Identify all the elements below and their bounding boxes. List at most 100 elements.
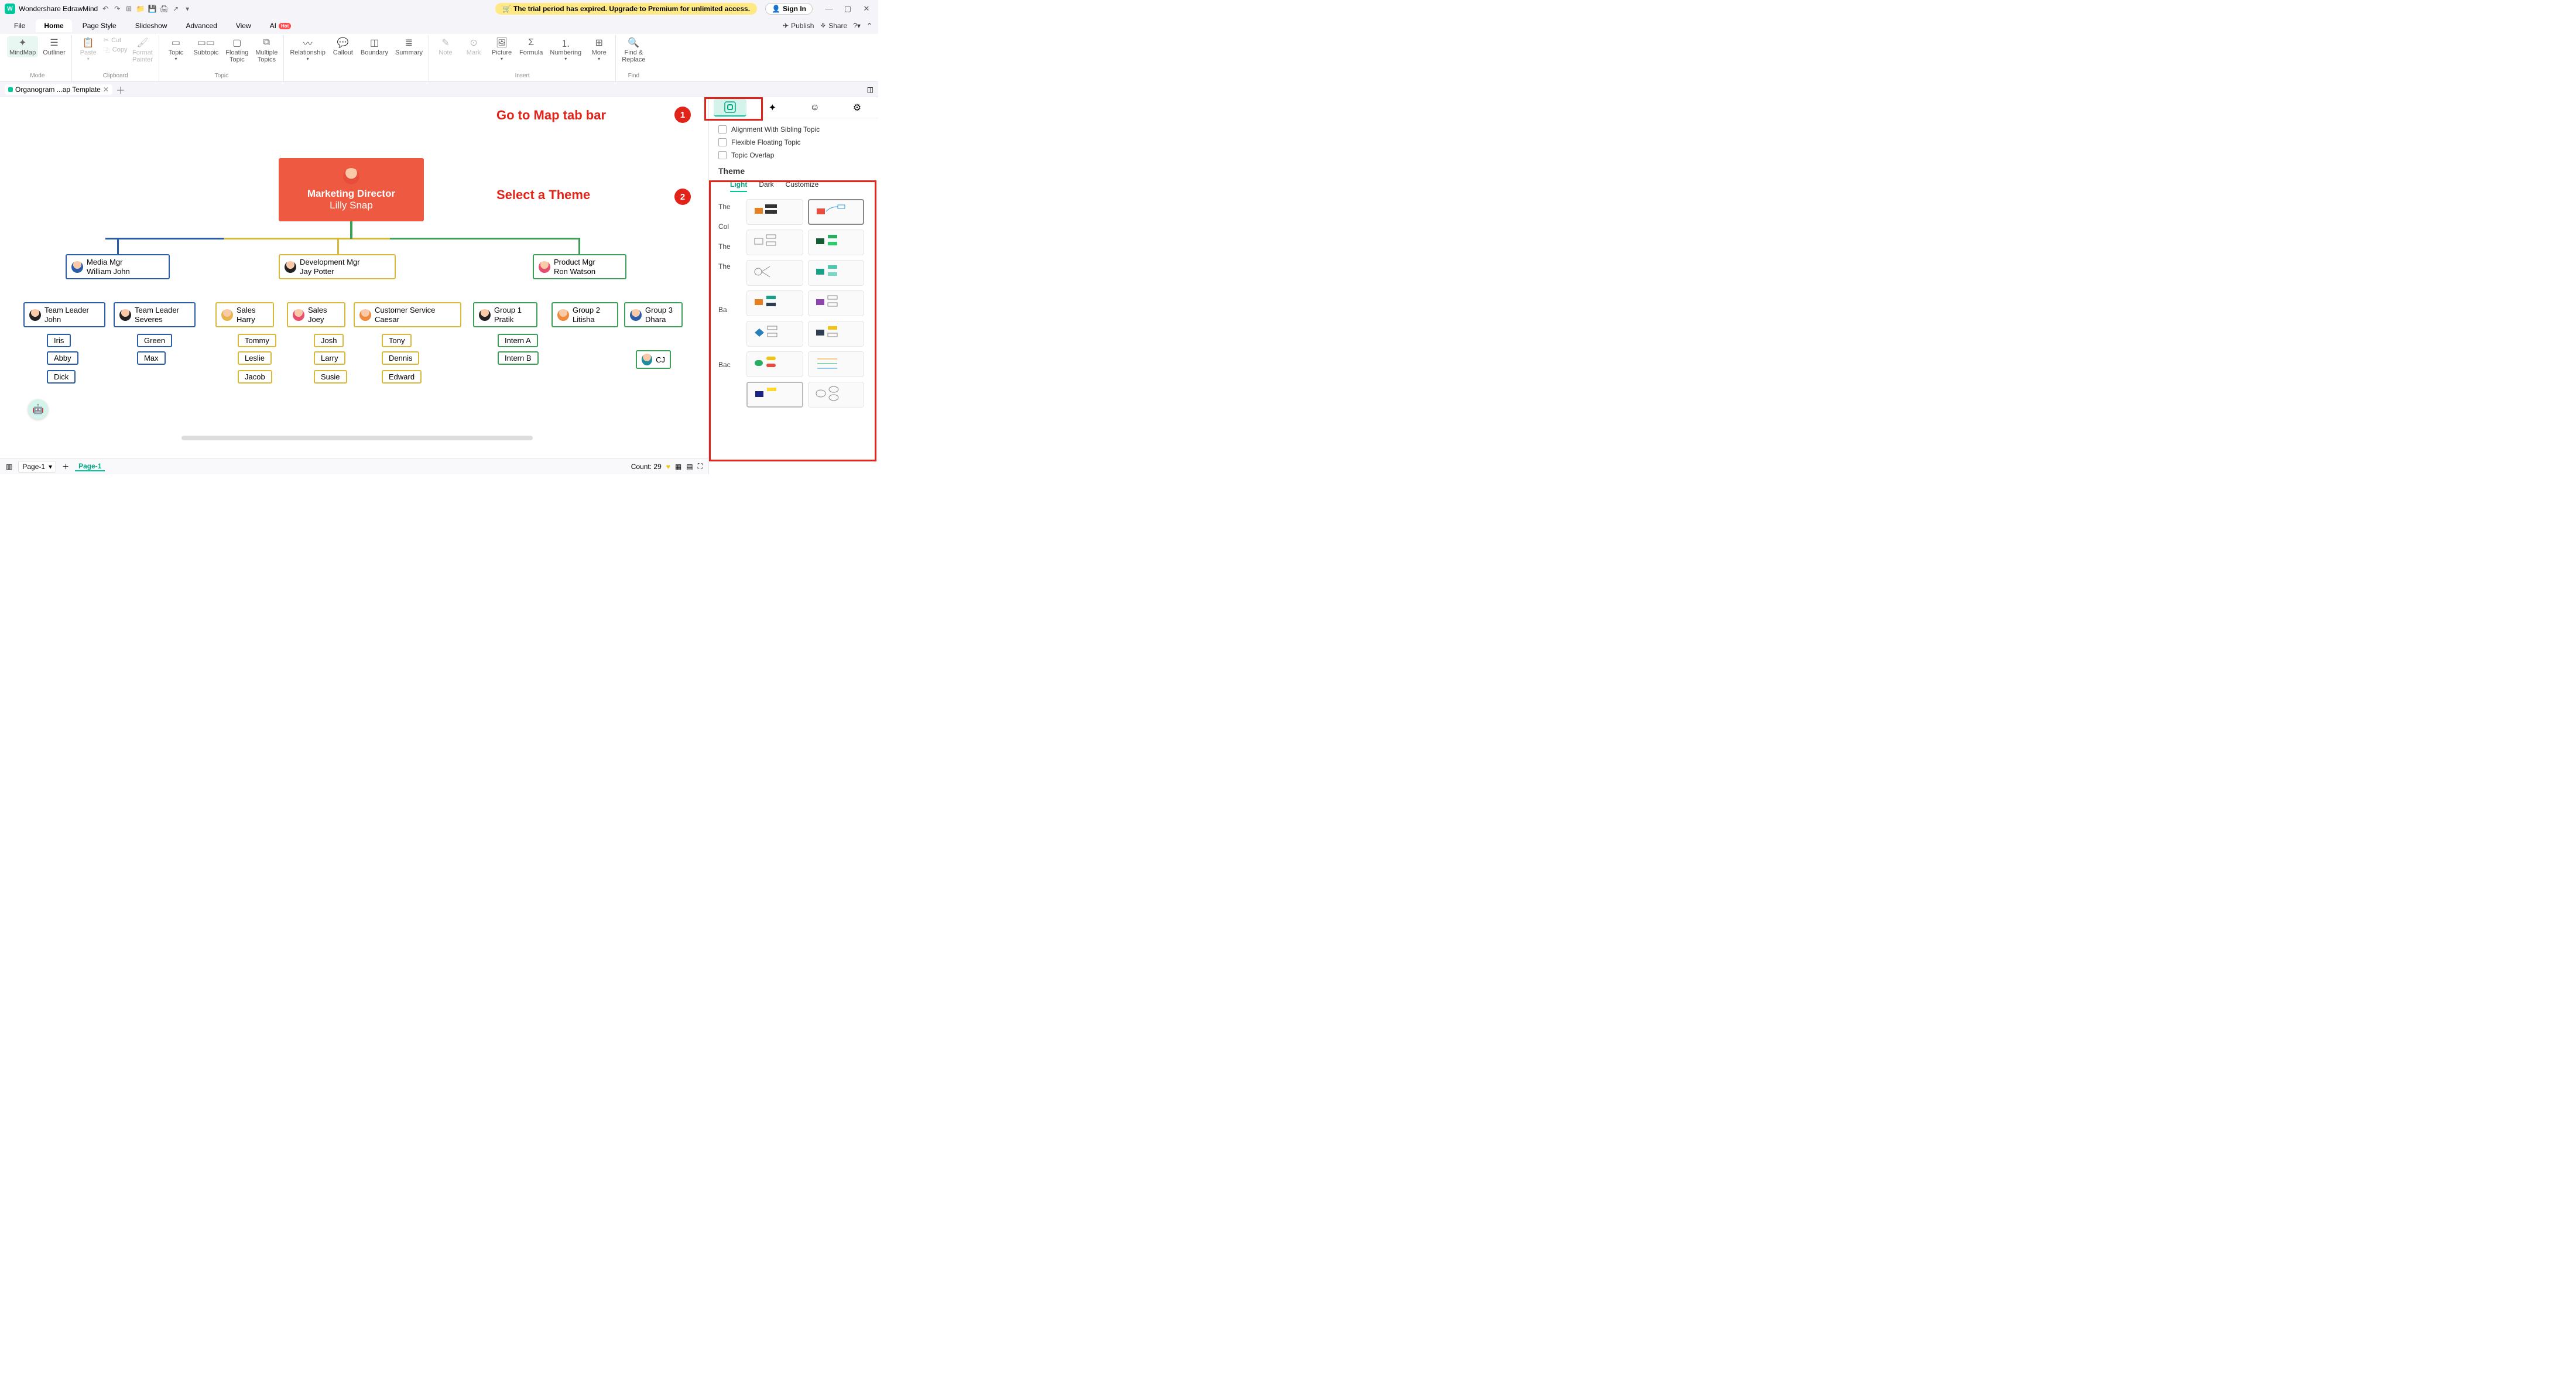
menu-home[interactable]: Home bbox=[36, 19, 71, 32]
org-abby[interactable]: Abby bbox=[47, 351, 78, 365]
view-icon-1[interactable]: ▦ bbox=[675, 463, 681, 471]
org-green[interactable]: Green bbox=[137, 334, 172, 347]
close-icon[interactable]: ✕ bbox=[859, 4, 873, 13]
trial-banner[interactable]: 🛒 The trial period has expired. Upgrade … bbox=[495, 3, 757, 15]
print-icon[interactable]: 🖨 bbox=[160, 5, 168, 13]
maximize-icon[interactable]: ▢ bbox=[841, 4, 855, 13]
page-tab[interactable]: Page-1 bbox=[75, 462, 105, 471]
picture-button[interactable]: 🖼Picture▾ bbox=[489, 36, 515, 63]
org-dick[interactable]: Dick bbox=[47, 370, 76, 384]
mindmap-icon: ✦ bbox=[19, 37, 26, 48]
opt-flexible[interactable]: Flexible Floating Topic bbox=[718, 136, 869, 149]
org-iris[interactable]: Iris bbox=[47, 334, 71, 347]
org-tommy[interactable]: Tommy bbox=[238, 334, 276, 347]
tab-close-icon[interactable]: ✕ bbox=[103, 85, 109, 94]
opt-overlap[interactable]: Topic Overlap bbox=[718, 149, 869, 162]
minimize-icon[interactable]: — bbox=[822, 4, 836, 13]
boundary-button[interactable]: ◫Boundary bbox=[358, 36, 390, 57]
share-button[interactable]: ⚘Share bbox=[820, 22, 847, 30]
signin-button[interactable]: 👤 Sign In bbox=[765, 3, 813, 15]
org-product[interactable]: Product MgrRon Watson bbox=[533, 254, 626, 279]
canvas-area[interactable]: Go to Map tab bar 1 Select a Theme 2 Mar… bbox=[0, 97, 708, 458]
app-logo: W bbox=[5, 4, 15, 14]
dropdown-icon[interactable]: ▾ bbox=[183, 5, 191, 13]
menu-view[interactable]: View bbox=[228, 19, 259, 32]
floating-topic-button[interactable]: ▢Floating Topic bbox=[223, 36, 251, 64]
org-cs-caesar[interactable]: Customer ServiceCaesar bbox=[354, 302, 461, 327]
menu-slideshow[interactable]: Slideshow bbox=[127, 19, 176, 32]
fullscreen-icon[interactable]: ⛶ bbox=[698, 462, 703, 471]
org-media[interactable]: Media MgrWilliam John bbox=[66, 254, 170, 279]
org-g1[interactable]: Group 1Pratik bbox=[473, 302, 537, 327]
org-josh[interactable]: Josh bbox=[314, 334, 344, 347]
group-topic-label: Topic bbox=[163, 73, 280, 80]
find-replace-button[interactable]: 🔍Find & Replace bbox=[619, 36, 648, 64]
page-selector[interactable]: Page-1▾ bbox=[18, 461, 56, 473]
org-larry[interactable]: Larry bbox=[314, 351, 345, 365]
org-dennis[interactable]: Dennis bbox=[382, 351, 419, 365]
find-icon: 🔍 bbox=[628, 37, 639, 48]
view-icon-2[interactable]: ▤ bbox=[686, 463, 693, 471]
org-edward[interactable]: Edward bbox=[382, 370, 422, 384]
publish-button[interactable]: ✈Publish bbox=[783, 22, 814, 30]
org-sales-joey[interactable]: SalesJoey bbox=[287, 302, 345, 327]
org-tl-severes[interactable]: Team LeaderSeveres bbox=[114, 302, 196, 327]
org-tony[interactable]: Tony bbox=[382, 334, 412, 347]
collapse-ribbon-icon[interactable]: ⌃ bbox=[866, 22, 872, 30]
paste-button[interactable]: 📋Paste▾ bbox=[76, 36, 101, 63]
org-root[interactable]: Marketing DirectorLilly Snap bbox=[279, 158, 424, 221]
cut-button[interactable]: ✂Cut bbox=[104, 36, 128, 44]
summary-button[interactable]: ≣Summary bbox=[393, 36, 425, 57]
org-intern-b[interactable]: Intern B bbox=[498, 351, 539, 365]
relationship-button[interactable]: 〰Relationship▾ bbox=[287, 36, 328, 63]
org-cj[interactable]: CJ bbox=[636, 350, 671, 369]
format-painter-button[interactable]: 🖌Format Painter bbox=[129, 36, 155, 64]
org-max[interactable]: Max bbox=[137, 351, 166, 365]
heart-icon[interactable]: ♥ bbox=[666, 463, 670, 471]
copy-button[interactable]: ⿻Copy bbox=[104, 45, 128, 54]
org-intern-a[interactable]: Intern A bbox=[498, 334, 538, 347]
tab-emoji[interactable]: ☺ bbox=[799, 99, 831, 117]
mindmap-button[interactable]: ✦MindMap bbox=[7, 36, 38, 57]
org-dev[interactable]: Development MgrJay Potter bbox=[279, 254, 396, 279]
numbering-button[interactable]: ⒈Numbering▾ bbox=[547, 36, 584, 63]
opt-alignment[interactable]: Alignment With Sibling Topic bbox=[718, 123, 869, 136]
save-icon[interactable]: 💾 bbox=[148, 5, 156, 13]
user-icon: 👤 bbox=[772, 5, 780, 13]
export-icon[interactable]: ↗ bbox=[172, 5, 180, 13]
new-tab-button[interactable]: ＋ bbox=[116, 83, 125, 97]
panel-toggle-icon[interactable]: ◫ bbox=[867, 85, 873, 94]
open-icon[interactable]: 📁 bbox=[136, 5, 145, 13]
help-icon[interactable]: ?▾ bbox=[853, 22, 861, 30]
menu-advanced[interactable]: Advanced bbox=[177, 19, 225, 32]
menu-file[interactable]: File bbox=[6, 19, 33, 32]
mark-button[interactable]: ⊙Mark bbox=[461, 36, 487, 57]
menu-page-style[interactable]: Page Style bbox=[74, 19, 125, 32]
tab-more[interactable]: ⚙ bbox=[841, 99, 873, 117]
menu-ai[interactable]: AI Hot bbox=[262, 19, 300, 32]
multiple-topics-button[interactable]: ⧉Multiple Topics bbox=[253, 36, 280, 64]
note-button[interactable]: ✎Note bbox=[433, 36, 458, 57]
outliner-button[interactable]: ☰Outliner bbox=[40, 36, 68, 57]
redo-icon[interactable]: ↷ bbox=[113, 5, 121, 13]
undo-icon[interactable]: ↶ bbox=[101, 5, 109, 13]
org-sales-harry[interactable]: SalesHarry bbox=[215, 302, 274, 327]
org-g3[interactable]: Group 3Dhara bbox=[624, 302, 683, 327]
outline-toggle-icon[interactable]: ▥ bbox=[6, 463, 12, 471]
org-susie[interactable]: Susie bbox=[314, 370, 347, 384]
topic-button[interactable]: ▭Topic▾ bbox=[163, 36, 189, 63]
assistant-fab[interactable]: 🤖 bbox=[28, 399, 48, 419]
org-g2[interactable]: Group 2Litisha bbox=[551, 302, 618, 327]
callout-button[interactable]: 💬Callout bbox=[330, 36, 356, 57]
horizontal-scrollbar[interactable] bbox=[181, 436, 533, 440]
mark-icon: ⊙ bbox=[470, 37, 477, 48]
subtopic-button[interactable]: ▭▭Subtopic bbox=[191, 36, 221, 57]
new-icon[interactable]: ⊞ bbox=[125, 5, 133, 13]
formula-button[interactable]: ΣFormula bbox=[517, 36, 545, 57]
org-tl-john[interactable]: Team LeaderJohn bbox=[23, 302, 105, 327]
more-button[interactable]: ⊞More▾ bbox=[586, 36, 612, 63]
org-jacob[interactable]: Jacob bbox=[238, 370, 272, 384]
document-tab[interactable]: Organogram ...ap Template ✕ bbox=[5, 84, 112, 95]
add-page-button[interactable]: ＋ bbox=[62, 461, 69, 471]
org-leslie[interactable]: Leslie bbox=[238, 351, 272, 365]
